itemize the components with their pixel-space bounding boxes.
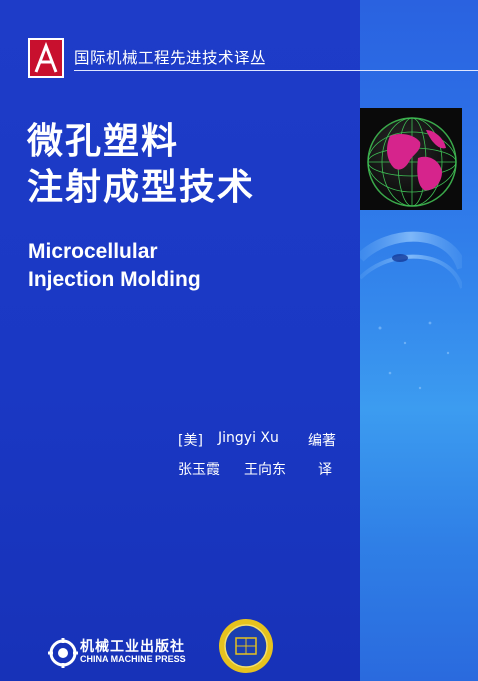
author-name: Jingyi Xu (218, 430, 279, 446)
series-divider (74, 70, 478, 71)
title-english: Microcellular Injection Molding (28, 238, 201, 294)
award-medal-icon (219, 619, 273, 673)
globe-icon (360, 108, 462, 390)
title-chinese: 微孔塑料 注射成型技术 (27, 119, 255, 211)
book-cover: 国际机械工程先进技术译丛 微孔塑料 注射成型技术 Microcellular I… (0, 0, 478, 681)
title-en-line2: Injection Molding (28, 268, 201, 291)
stylized-A-logo-icon (28, 38, 64, 78)
translator-2: 王向东 (244, 462, 286, 478)
title-en-line1: Microcellular (28, 240, 158, 263)
translator-1: 张玉霞 (178, 462, 220, 478)
title-cn-line1: 微孔塑料 (27, 121, 180, 162)
publisher-name-en: CHINA MACHINE PRESS (80, 654, 186, 664)
translator-role: 译 (318, 462, 332, 478)
title-cn-line2: 注射成型技术 (27, 167, 256, 208)
author-country: [美] (178, 433, 203, 449)
series-title: 国际机械工程先进技术译丛 (74, 49, 267, 67)
gear-publisher-logo-icon (48, 638, 78, 668)
author-role: 编著 (308, 433, 336, 449)
publisher-name-cn: 机械工业出版社 (80, 639, 185, 655)
